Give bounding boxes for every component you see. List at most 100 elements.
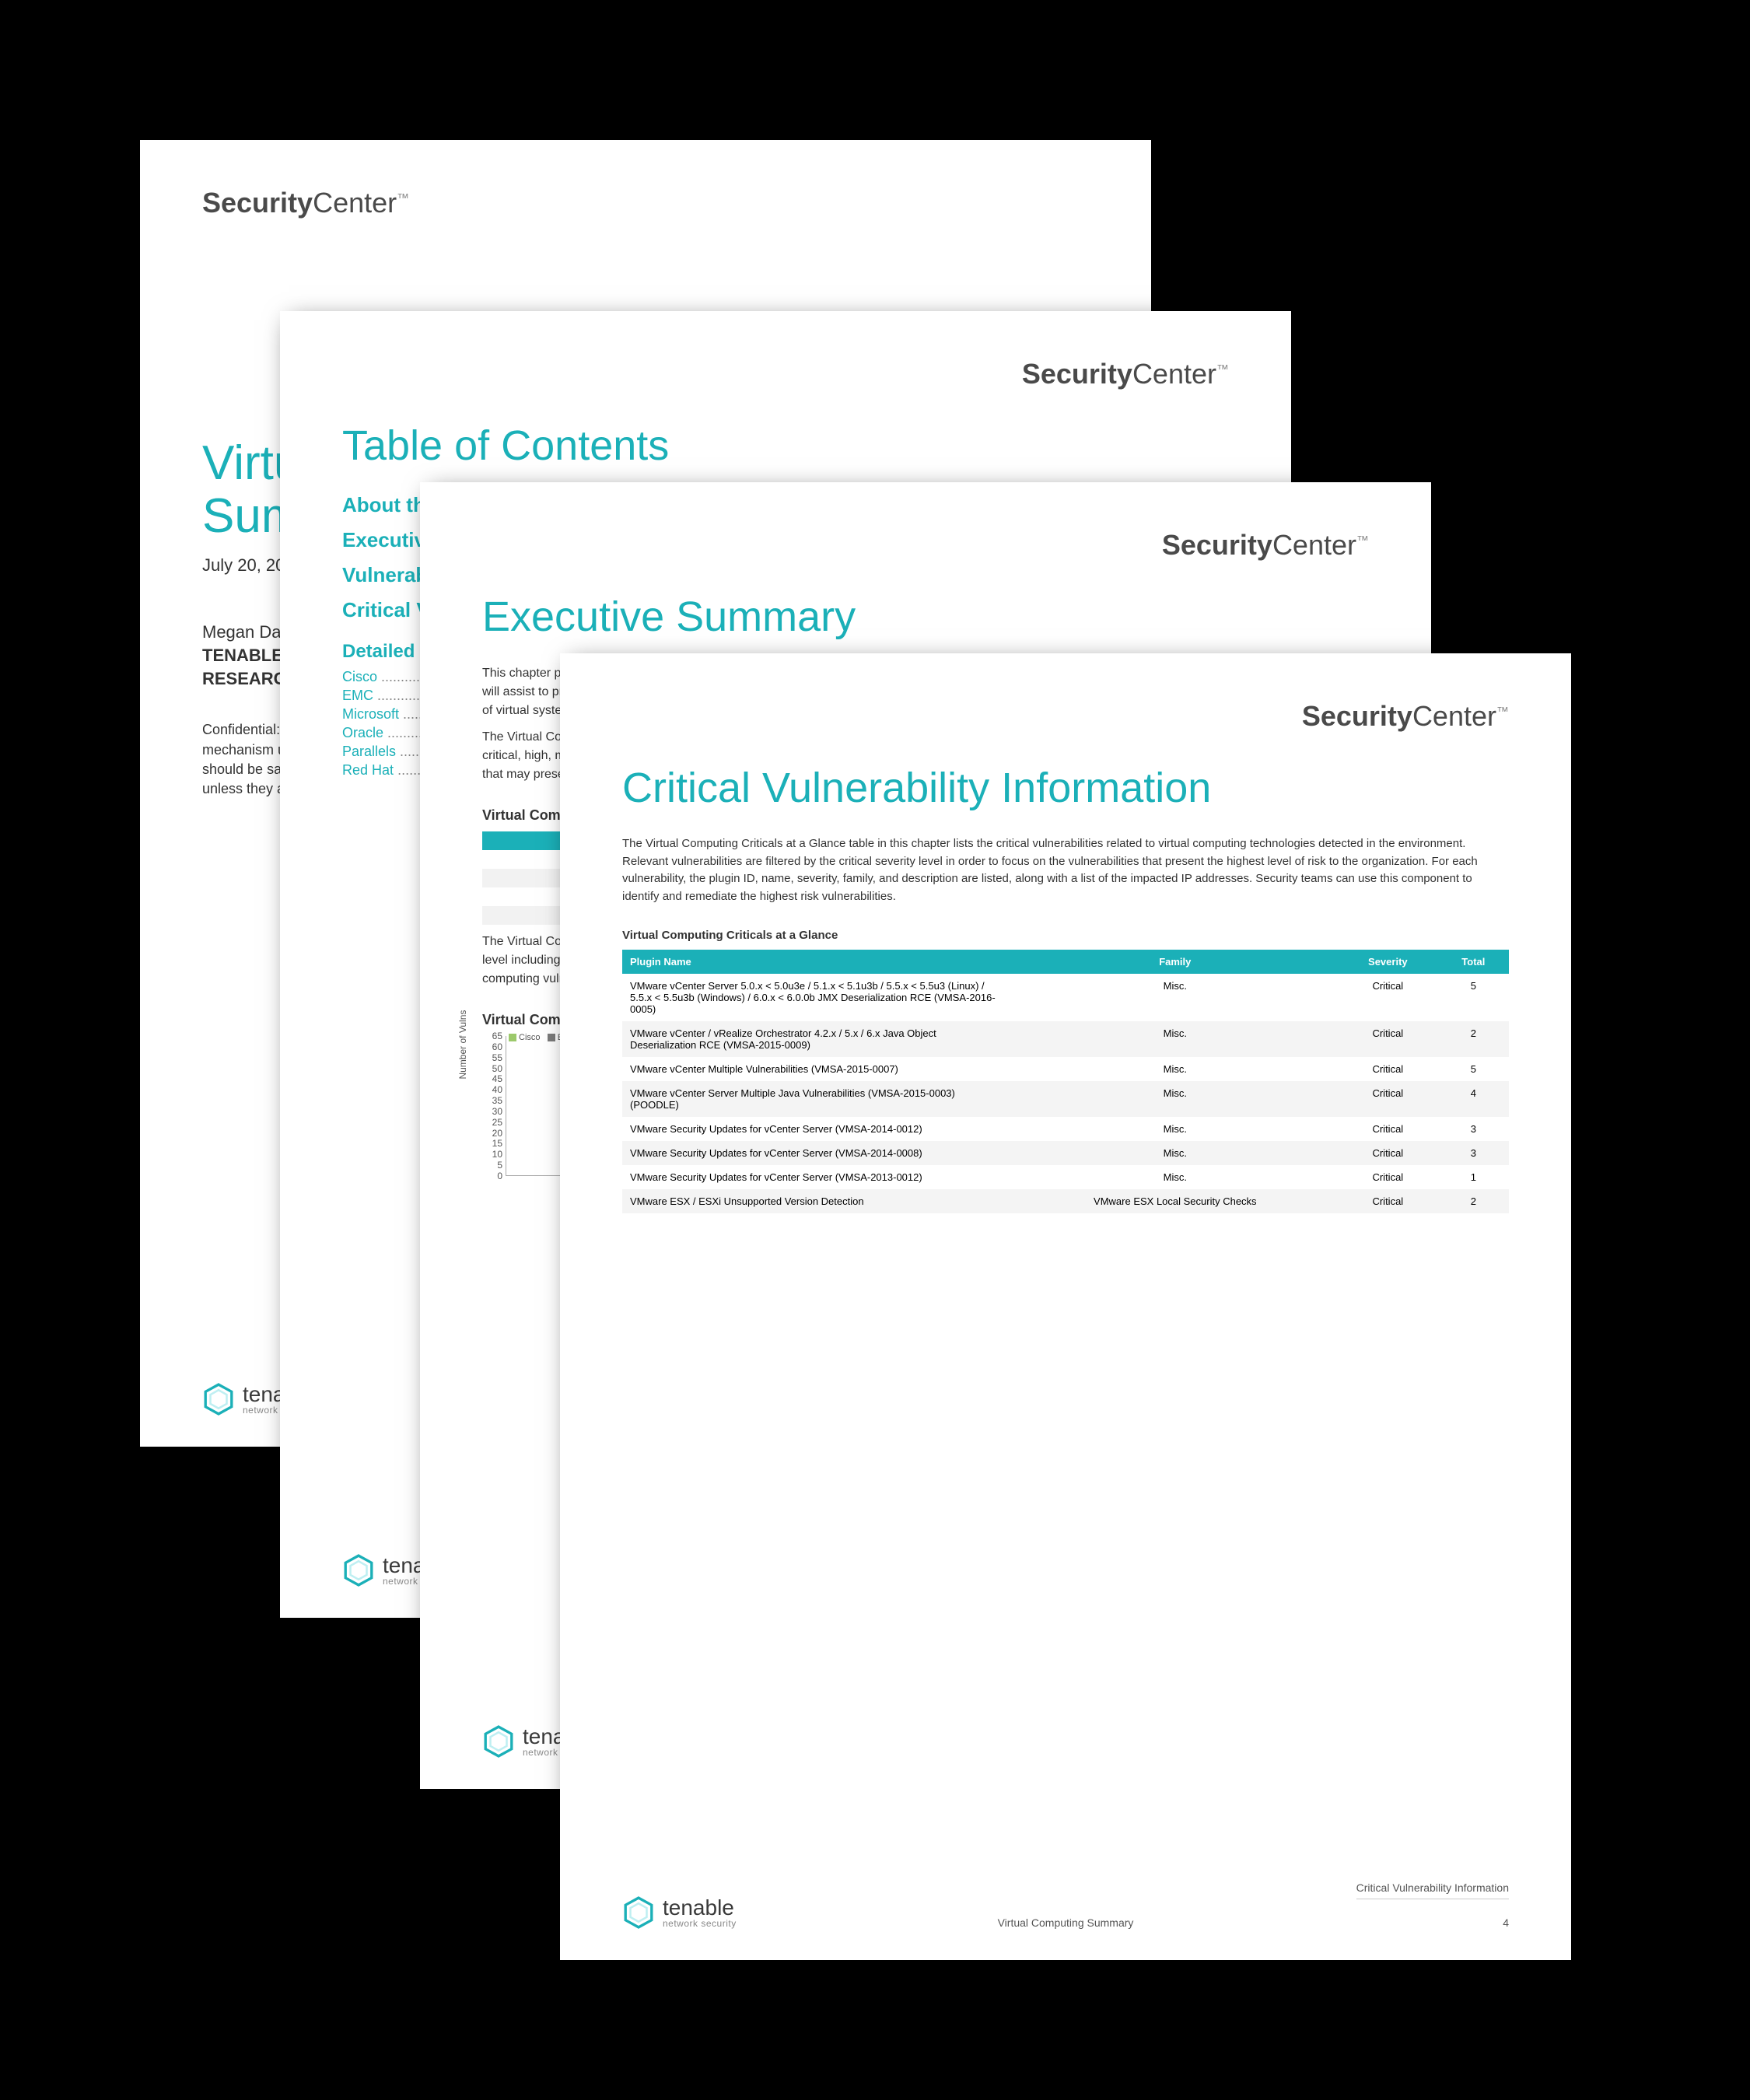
brand-part1: Security	[1162, 529, 1272, 561]
page-number: 4	[1503, 1916, 1509, 1929]
toc-sub-label: Parallels	[342, 744, 396, 759]
th-family: Family	[1013, 950, 1338, 974]
y-tick: 35	[492, 1095, 502, 1106]
cell-severity: Critical	[1338, 1057, 1438, 1081]
page-footer: tenable network security Virtual Computi…	[622, 1881, 1509, 1929]
table-row: VMware vCenter Multiple Vulnerabilities …	[622, 1057, 1509, 1081]
cell-family: VMware ESX Local Security Checks	[1013, 1189, 1338, 1213]
critical-intro-text: The Virtual Computing Criticals at a Gla…	[622, 835, 1509, 905]
th-severity: Severity	[1338, 950, 1438, 974]
cell-severity: Critical	[1338, 1189, 1438, 1213]
tenable-hex-icon	[622, 1896, 655, 1929]
table-row: VMware Security Updates for vCenter Serv…	[622, 1117, 1509, 1141]
chart-y-axis: 65 60 55 50 45 40 35 30 25 20 15 10 5 0	[482, 1036, 504, 1176]
y-tick: 10	[492, 1149, 502, 1160]
tenable-name: tenable	[663, 1897, 737, 1919]
cell-total: 3	[1438, 1141, 1509, 1165]
brand-part1: Security	[202, 187, 313, 219]
brand-tm: ™	[1496, 705, 1509, 719]
table-row: VMware Security Updates for vCenter Serv…	[622, 1141, 1509, 1165]
cell-family: Misc.	[1013, 1081, 1338, 1117]
page-inner: SecurityCenter™ Critical Vulnerability I…	[560, 653, 1571, 1960]
brand-tm: ™	[1216, 363, 1229, 376]
cell-plugin: VMware ESX / ESXi Unsupported Version De…	[622, 1189, 1013, 1213]
critical-vuln-title: Critical Vulnerability Information	[622, 764, 1509, 812]
y-tick: 55	[492, 1052, 502, 1063]
toc-sub-label: Red Hat	[342, 762, 394, 778]
cell-family: Misc.	[1013, 1165, 1338, 1189]
report-page-4: SecurityCenter™ Critical Vulnerability I…	[560, 653, 1571, 1960]
brand-part2: Center	[1272, 529, 1356, 561]
toc-title: Table of Contents	[342, 422, 1229, 470]
cell-severity: Critical	[1338, 1165, 1438, 1189]
y-tick: 30	[492, 1106, 502, 1117]
cell-plugin: VMware Security Updates for vCenter Serv…	[622, 1117, 1013, 1141]
y-tick: 45	[492, 1073, 502, 1084]
vuln-table-caption: Virtual Computing Criticals at a Glance	[622, 929, 1509, 942]
table-header-row: Plugin Name Family Severity Total	[622, 950, 1509, 974]
table-row: VMware vCenter Server Multiple Java Vuln…	[622, 1081, 1509, 1117]
y-tick: 15	[492, 1138, 502, 1149]
cell-plugin: VMware vCenter Server 5.0.x < 5.0u3e / 5…	[622, 974, 1013, 1021]
tenable-hex-icon	[482, 1725, 515, 1758]
cell-family: Misc.	[1013, 1117, 1338, 1141]
brand-header-right: SecurityCenter™	[622, 700, 1509, 733]
cell-plugin: VMware Security Updates for vCenter Serv…	[622, 1165, 1013, 1189]
brand-tm: ™	[397, 192, 409, 205]
toc-sub-label: Cisco	[342, 669, 377, 684]
brand-part1: Security	[1022, 358, 1132, 390]
tenable-hex-icon	[202, 1383, 235, 1416]
y-tick: 60	[492, 1041, 502, 1052]
brand-header: SecurityCenter™	[202, 187, 1089, 219]
brand-part2: Center	[1412, 700, 1496, 732]
brand-part1: Security	[1302, 700, 1412, 732]
footer-right: Critical Vulnerability Information 4	[1356, 1881, 1509, 1929]
y-tick: 5	[497, 1160, 502, 1171]
cell-severity: Critical	[1338, 1081, 1438, 1117]
table-row: VMware Security Updates for vCenter Serv…	[622, 1165, 1509, 1189]
cell-total: 3	[1438, 1117, 1509, 1141]
table-row: VMware vCenter / vRealize Orchestrator 4…	[622, 1021, 1509, 1057]
cell-family: Misc.	[1013, 1141, 1338, 1165]
cell-severity: Critical	[1338, 974, 1438, 1021]
y-tick: 0	[497, 1171, 502, 1181]
brand-header-right: SecurityCenter™	[342, 358, 1229, 390]
y-tick: 20	[492, 1128, 502, 1139]
y-tick: 65	[492, 1031, 502, 1041]
cell-severity: Critical	[1338, 1117, 1438, 1141]
toc-sub-label: EMC	[342, 688, 373, 703]
cell-total: 4	[1438, 1081, 1509, 1117]
brand-header-right: SecurityCenter™	[482, 529, 1369, 562]
th-total: Total	[1438, 950, 1509, 974]
tenable-text: tenable network security	[663, 1897, 737, 1928]
cell-severity: Critical	[1338, 1021, 1438, 1057]
cell-family: Misc.	[1013, 974, 1338, 1021]
footer-section-label: Critical Vulnerability Information	[1356, 1881, 1509, 1899]
cell-total: 2	[1438, 1189, 1509, 1213]
cell-total: 2	[1438, 1021, 1509, 1057]
cell-family: Misc.	[1013, 1021, 1338, 1057]
brand-tm: ™	[1356, 534, 1369, 548]
cell-total: 5	[1438, 1057, 1509, 1081]
cell-severity: Critical	[1338, 1141, 1438, 1165]
cell-plugin: VMware Security Updates for vCenter Serv…	[622, 1141, 1013, 1165]
cell-plugin: VMware vCenter / vRealize Orchestrator 4…	[622, 1021, 1013, 1057]
footer-center-text: Virtual Computing Summary	[998, 1916, 1134, 1929]
table-row: VMware ESX / ESXi Unsupported Version De…	[622, 1189, 1509, 1213]
table-row: VMware vCenter Server 5.0.x < 5.0u3e / 5…	[622, 974, 1509, 1021]
toc-sub-label: Microsoft	[342, 706, 399, 722]
brand-part2: Center	[1132, 358, 1216, 390]
tenable-hex-icon	[342, 1554, 375, 1587]
cell-family: Misc.	[1013, 1057, 1338, 1081]
tenable-logo: tenable network security	[622, 1896, 737, 1929]
exec-summary-title: Executive Summary	[482, 593, 1369, 641]
y-tick: 40	[492, 1084, 502, 1095]
cell-total: 5	[1438, 974, 1509, 1021]
chart-ylabel: Number of Vulns	[457, 1010, 468, 1080]
cell-plugin: VMware vCenter Multiple Vulnerabilities …	[622, 1057, 1013, 1081]
cell-plugin: VMware vCenter Server Multiple Java Vuln…	[622, 1081, 1013, 1117]
th-plugin: Plugin Name	[622, 950, 1013, 974]
cell-total: 1	[1438, 1165, 1509, 1189]
criticals-table: Plugin Name Family Severity Total VMware…	[622, 950, 1509, 1213]
y-tick: 50	[492, 1063, 502, 1074]
